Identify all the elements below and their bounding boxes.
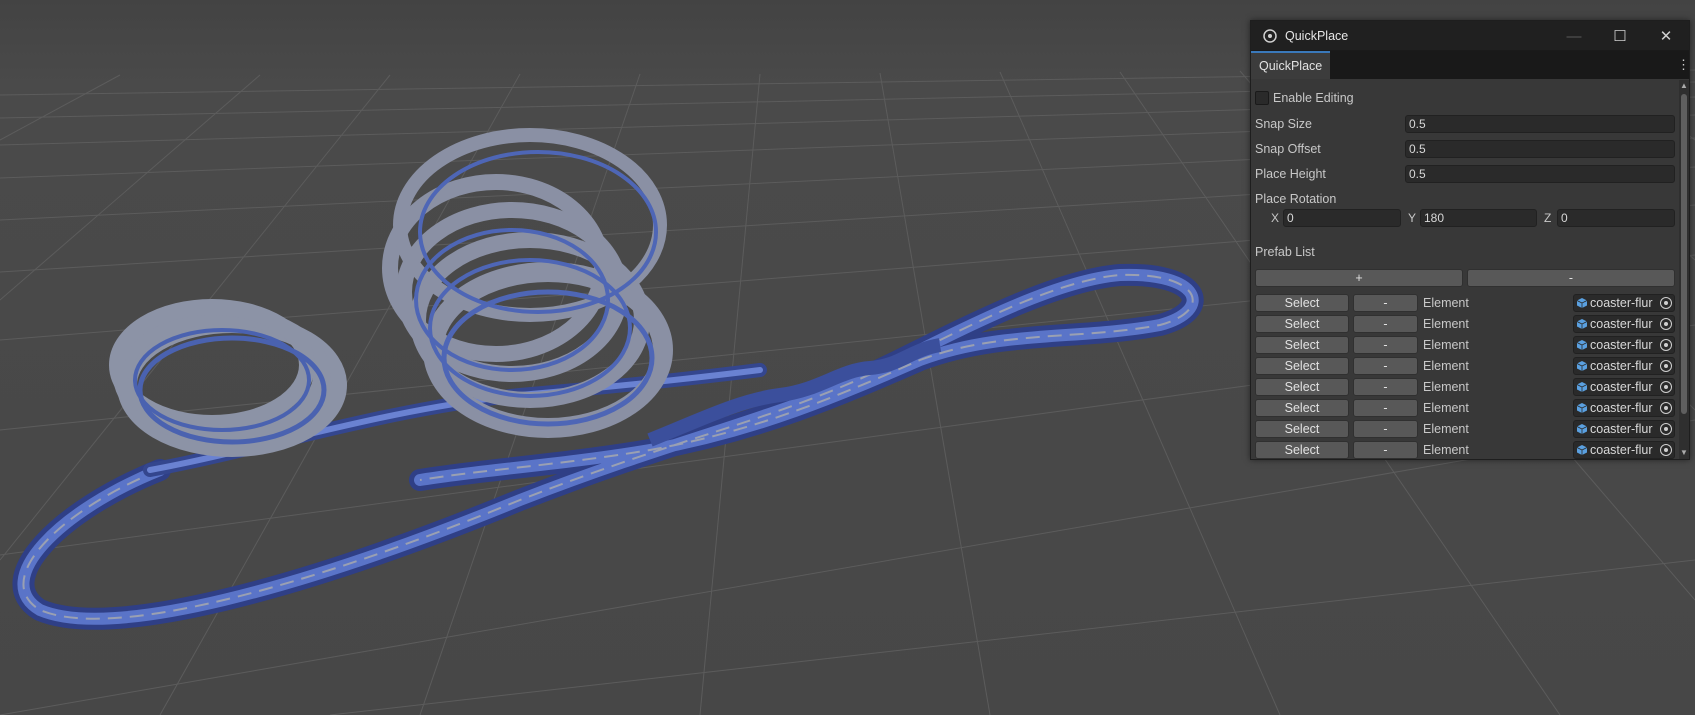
element-label: Element — [1423, 338, 1469, 352]
maximize-button[interactable]: ☐ — [1597, 21, 1643, 51]
rotation-z-field[interactable]: 0 — [1557, 209, 1675, 227]
scroll-down-arrow-icon[interactable]: ▼ — [1679, 447, 1689, 459]
rotation-x-label: X — [1271, 211, 1280, 225]
window-title: QuickPlace — [1285, 28, 1349, 43]
remove-row-button[interactable]: - — [1353, 441, 1418, 459]
select-button[interactable]: Select — [1255, 357, 1349, 375]
close-button[interactable]: ✕ — [1643, 21, 1689, 51]
element-label: Element — [1423, 443, 1469, 457]
more-options-icon[interactable]: ⋮ — [1677, 57, 1690, 73]
prefab-cube-icon — [1577, 298, 1587, 308]
tab-quickplace[interactable]: QuickPlace — [1251, 51, 1331, 79]
inspector-content: Enable Editing Snap Size 0.5 Snap Offset… — [1251, 80, 1681, 459]
object-picker-icon[interactable] — [1660, 402, 1672, 414]
snap-size-field[interactable]: 0.5 — [1405, 115, 1675, 133]
snap-size-label: Snap Size — [1255, 117, 1312, 131]
remove-row-button[interactable]: - — [1353, 378, 1418, 396]
prefab-name: coaster-flur — [1590, 443, 1653, 457]
element-label: Element — [1423, 296, 1469, 310]
tab-bar: QuickPlace ⋮ — [1251, 51, 1690, 79]
object-picker-icon[interactable] — [1660, 423, 1672, 435]
object-picker-icon[interactable] — [1660, 381, 1672, 393]
enable-editing-row[interactable]: Enable Editing — [1255, 88, 1677, 108]
prefab-name: coaster-flur — [1590, 401, 1653, 415]
select-button[interactable]: Select — [1255, 336, 1349, 354]
object-picker-icon[interactable] — [1660, 444, 1672, 456]
place-height-field[interactable]: 0.5 — [1405, 165, 1675, 183]
scrollbar-thumb[interactable] — [1681, 94, 1687, 414]
element-label: Element — [1423, 401, 1469, 415]
enable-editing-label: Enable Editing — [1273, 91, 1354, 105]
prefab-name: coaster-flur — [1590, 422, 1653, 436]
place-rotation-row: Place Rotation — [1255, 189, 1677, 209]
select-button[interactable]: Select — [1255, 420, 1349, 438]
rotation-x-field[interactable]: 0 — [1283, 209, 1401, 227]
remove-row-button[interactable]: - — [1353, 294, 1418, 312]
unity-logo-icon — [1261, 27, 1279, 45]
rotation-y-field[interactable]: 180 — [1420, 209, 1537, 227]
select-button[interactable]: Select — [1255, 441, 1349, 459]
snap-offset-label: Snap Offset — [1255, 142, 1321, 156]
object-picker-icon[interactable] — [1660, 339, 1672, 351]
element-label: Element — [1423, 317, 1469, 331]
remove-row-button[interactable]: - — [1353, 357, 1418, 375]
remove-row-button[interactable]: - — [1353, 420, 1418, 438]
remove-row-button[interactable]: - — [1353, 315, 1418, 333]
prefab-cube-icon — [1577, 319, 1587, 329]
title-bar[interactable]: QuickPlace — ☐ ✕ — [1251, 21, 1689, 51]
prefab-cube-icon — [1577, 361, 1587, 371]
prefab-name: coaster-flur — [1590, 338, 1653, 352]
prefab-object-field[interactable]: coaster-flur — [1573, 378, 1675, 396]
prefab-cube-icon — [1577, 424, 1587, 434]
prefab-object-field[interactable]: coaster-flur — [1573, 441, 1675, 459]
scroll-up-arrow-icon[interactable]: ▲ — [1679, 80, 1689, 92]
select-button[interactable]: Select — [1255, 399, 1349, 417]
prefab-name: coaster-flur — [1590, 296, 1653, 310]
prefab-object-field[interactable]: coaster-flur — [1573, 399, 1675, 417]
element-label: Element — [1423, 422, 1469, 436]
prefab-list-row: Prefab List — [1255, 242, 1677, 262]
prefab-object-field[interactable]: coaster-flur — [1573, 420, 1675, 438]
prefab-cube-icon — [1577, 382, 1587, 392]
prefab-list-label: Prefab List — [1255, 245, 1315, 259]
vertical-scrollbar[interactable]: ▲ ▼ — [1679, 80, 1689, 459]
element-label: Element — [1423, 359, 1469, 373]
prefab-name: coaster-flur — [1590, 380, 1653, 394]
prefab-object-field[interactable]: coaster-flur — [1573, 357, 1675, 375]
element-label: Element — [1423, 380, 1469, 394]
prefab-object-field[interactable]: coaster-flur — [1573, 315, 1675, 333]
object-picker-icon[interactable] — [1660, 297, 1672, 309]
prefab-cube-icon — [1577, 445, 1587, 455]
place-rotation-label: Place Rotation — [1255, 192, 1337, 206]
prefab-cube-icon — [1577, 340, 1587, 350]
object-picker-icon[interactable] — [1660, 360, 1672, 372]
prefab-name: coaster-flur — [1590, 359, 1653, 373]
prefab-cube-icon — [1577, 403, 1587, 413]
prefab-object-field[interactable]: coaster-flur — [1573, 294, 1675, 312]
remove-prefab-button[interactable]: - — [1467, 269, 1675, 287]
rotation-y-label: Y — [1408, 211, 1417, 225]
prefab-name: coaster-flur — [1590, 317, 1653, 331]
select-button[interactable]: Select — [1255, 378, 1349, 396]
quickplace-window[interactable]: QuickPlace — ☐ ✕ QuickPlace ⋮ Enable Edi… — [1250, 20, 1690, 460]
minimize-button[interactable]: — — [1551, 21, 1597, 51]
remove-row-button[interactable]: - — [1353, 399, 1418, 417]
add-prefab-button[interactable]: + — [1255, 269, 1463, 287]
snap-offset-field[interactable]: 0.5 — [1405, 140, 1675, 158]
select-button[interactable]: Select — [1255, 315, 1349, 333]
select-button[interactable]: Select — [1255, 294, 1349, 312]
remove-row-button[interactable]: - — [1353, 336, 1418, 354]
enable-editing-checkbox[interactable] — [1255, 91, 1269, 105]
place-height-label: Place Height — [1255, 167, 1326, 181]
object-picker-icon[interactable] — [1660, 318, 1672, 330]
rotation-z-label: Z — [1544, 211, 1552, 225]
prefab-object-field[interactable]: coaster-flur — [1573, 336, 1675, 354]
